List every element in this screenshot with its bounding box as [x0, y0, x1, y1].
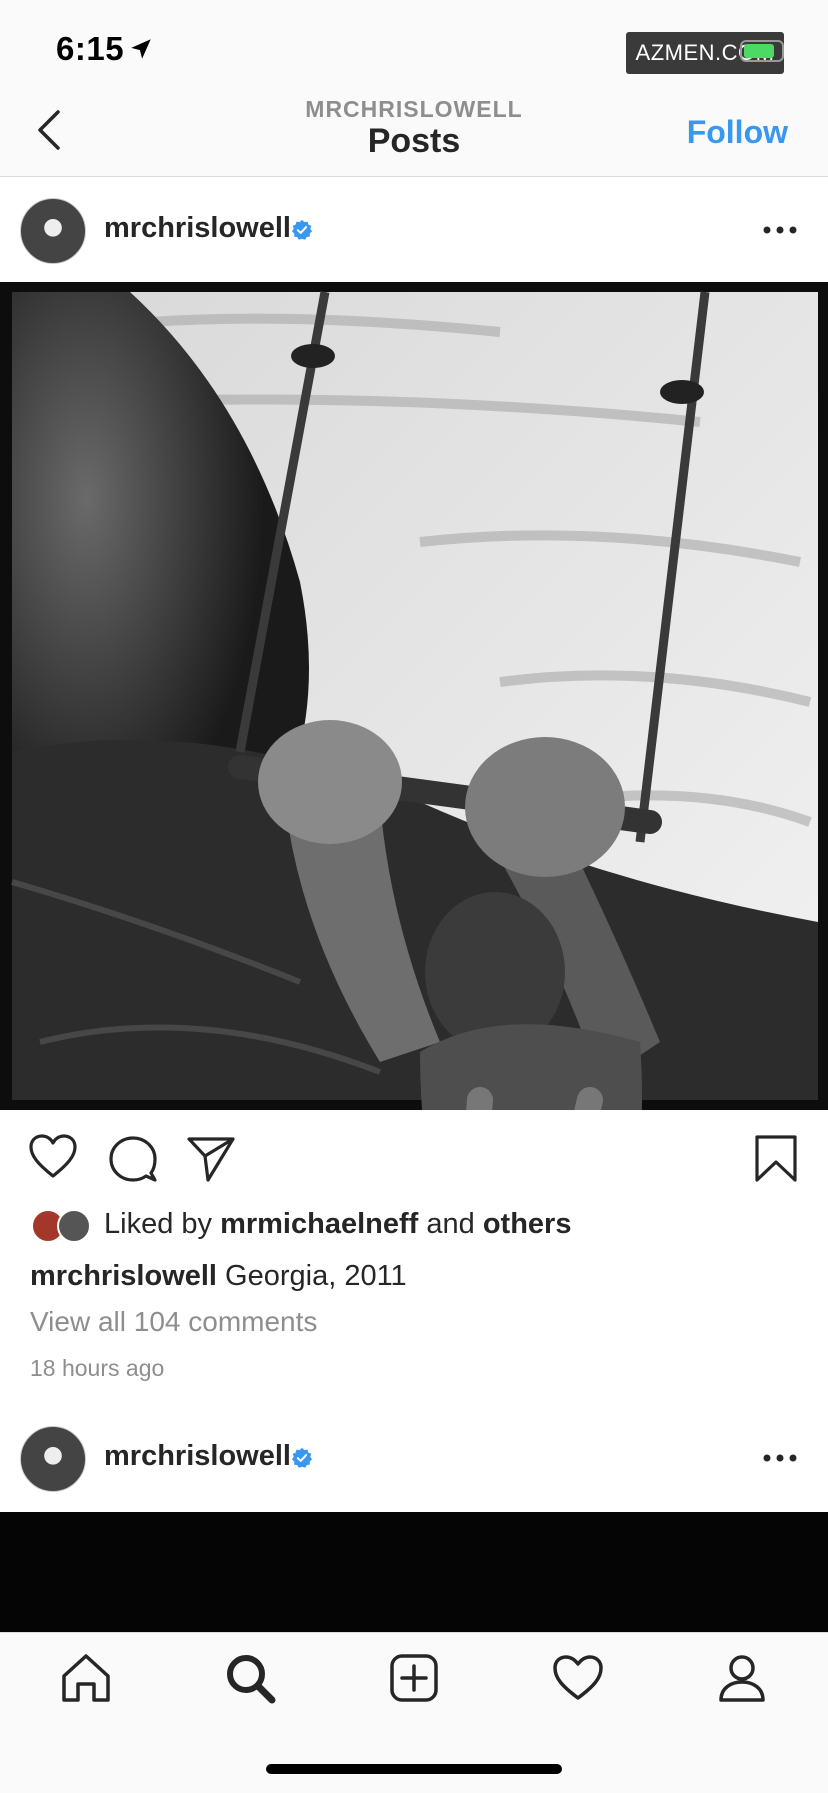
post-username[interactable]: mrchrislowell	[104, 1440, 291, 1473]
caption-username[interactable]: mrchrislowell	[30, 1260, 217, 1292]
location-arrow-icon	[131, 39, 151, 59]
like-heart-icon[interactable]	[28, 1132, 78, 1182]
post-caption: mrchrislowell Georgia, 2011	[30, 1260, 407, 1293]
post-username[interactable]: mrchrislowell	[104, 212, 291, 245]
battery-icon	[740, 40, 784, 62]
verified-badge-icon	[291, 219, 313, 240]
home-indicator[interactable]	[266, 1764, 562, 1774]
home-icon[interactable]	[58, 1650, 114, 1706]
post-photo[interactable]	[0, 1512, 828, 1632]
activity-heart-icon[interactable]	[550, 1650, 606, 1706]
share-paper-plane-icon[interactable]	[186, 1134, 236, 1184]
new-post-plus-icon[interactable]	[386, 1650, 442, 1706]
likes-and: and	[426, 1208, 475, 1240]
post-photo[interactable]	[0, 282, 828, 1110]
more-options-icon[interactable]	[762, 225, 798, 235]
comment-icon[interactable]	[108, 1134, 158, 1184]
photo-image	[11, 291, 818, 1110]
likes-others-link[interactable]: others	[483, 1208, 572, 1240]
save-bookmark-icon[interactable]	[751, 1134, 801, 1184]
likes-prefix: Liked by	[104, 1208, 213, 1240]
avatar[interactable]	[20, 198, 86, 264]
verified-badge-icon	[291, 1447, 313, 1468]
follow-button[interactable]: Follow	[687, 114, 788, 151]
liked-by-user-link[interactable]: mrmichaelneff	[220, 1208, 418, 1240]
liked-by-avatars	[31, 1209, 91, 1243]
status-time: 6:15	[56, 30, 125, 67]
caption-text: Georgia, 2011	[225, 1260, 407, 1292]
avatar[interactable]	[20, 1426, 86, 1492]
post-timestamp: 18 hours ago	[30, 1355, 165, 1381]
search-icon[interactable]	[222, 1650, 278, 1706]
more-options-icon[interactable]	[762, 1453, 798, 1463]
profile-icon[interactable]	[714, 1650, 770, 1706]
view-comments-link[interactable]: View all 104 comments	[30, 1306, 317, 1338]
likes-text: Liked by mrmichaelneff and others	[104, 1208, 571, 1241]
